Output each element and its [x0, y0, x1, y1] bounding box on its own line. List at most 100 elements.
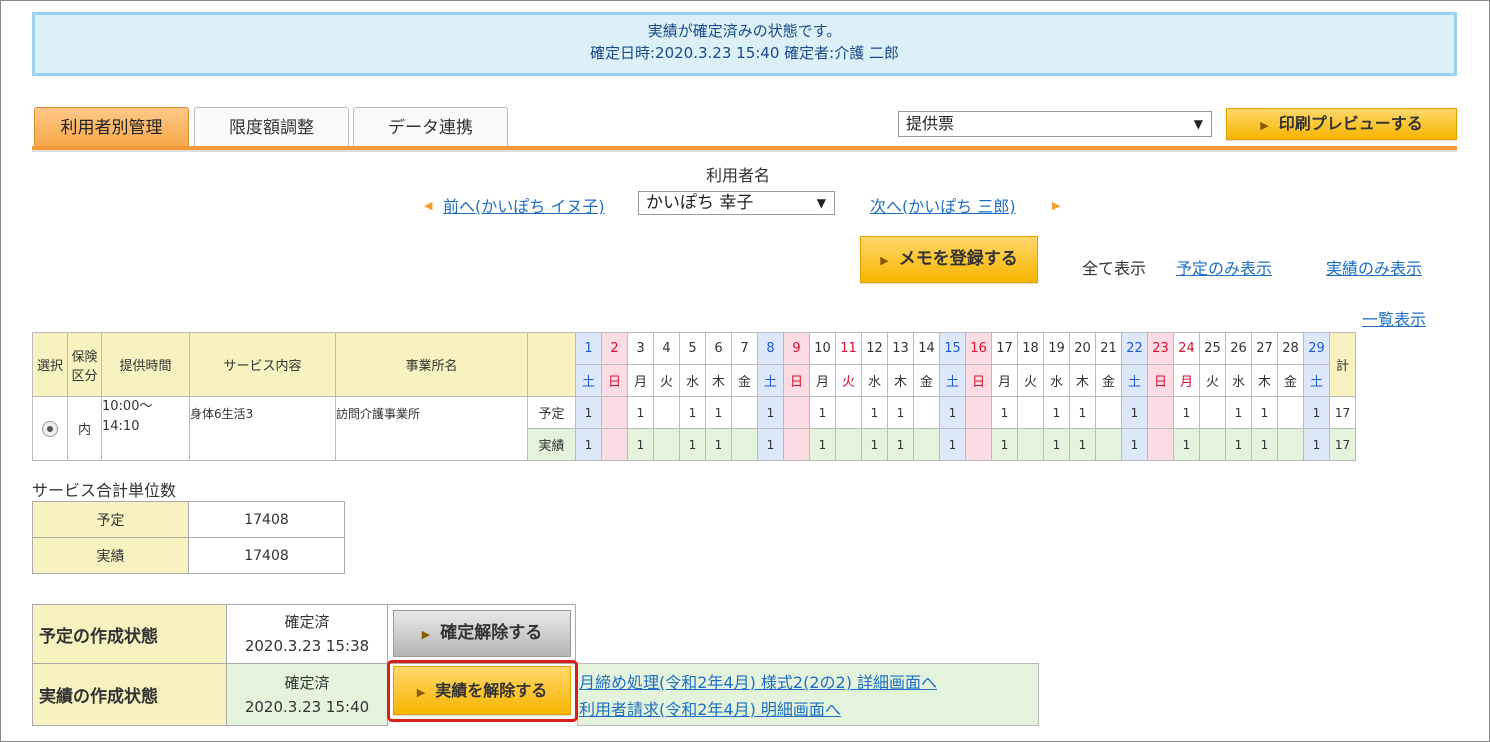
- summary-value-actual: 17408: [188, 537, 345, 574]
- planned-day-cell: 1: [679, 396, 706, 429]
- actual-day-cell: [653, 428, 680, 461]
- select-cell: [32, 396, 68, 461]
- weekday-cell: 土: [939, 364, 966, 397]
- day-number-cell: 5: [679, 332, 706, 365]
- insurance-header: 保険区分: [67, 332, 102, 397]
- confirmed-notice: 実績が確定済みの状態です。 確定日時:2020.3.23 15:40 確定者:介…: [32, 12, 1457, 76]
- register-memo-button[interactable]: ▶ メモを登録する: [860, 236, 1038, 283]
- planned-status-cell: 確定済 2020.3.23 15:38: [226, 604, 388, 664]
- prev-user-link[interactable]: 前へ(かいぽち イヌ子): [443, 193, 605, 217]
- user-billing-link[interactable]: 利用者請求(令和2年4月) 明細画面へ: [579, 696, 841, 720]
- header-row-dates: 選択 保険区分 提供時間 サービス内容 事業所名 1 2 3 4 5 6 7 8 9 10 11 12 13 14 1…: [32, 332, 1356, 397]
- day-number-cell: 13: [887, 332, 914, 365]
- planned-day-cell: [1277, 396, 1304, 429]
- actual-day-cell: [913, 428, 940, 461]
- planned-day-cell: [1147, 396, 1174, 429]
- planned-status-label: 予定の作成状態: [32, 604, 227, 664]
- actual-day-cell: 1: [1303, 428, 1330, 461]
- planned-status-date: 2020.3.23 15:38: [244, 637, 370, 655]
- day-number-cell: 6: [705, 332, 732, 365]
- user-select-value: かいぽち 幸子: [646, 193, 754, 213]
- print-preview-button[interactable]: ▶ 印刷プレビューする: [1226, 108, 1457, 140]
- dropdown-arrow-icon: ▼: [1193, 117, 1203, 131]
- unconfirm-plan-button[interactable]: ▶ 確定解除する: [393, 610, 571, 657]
- day-number-cell: 23: [1147, 332, 1174, 365]
- report-type-value: 提供票: [906, 114, 955, 133]
- schedule-table: 選択 保険区分 提供時間 サービス内容 事業所名 1 2 3 4 5 6 7 8 9 10 11 12 13 14 1…: [32, 332, 1356, 461]
- weekday-cell: 水: [861, 364, 888, 397]
- weekday-cell: 木: [1251, 364, 1278, 397]
- select-radio[interactable]: [42, 420, 58, 437]
- day-number-cell: 22: [1121, 332, 1148, 365]
- weekday-cell: 月: [809, 364, 836, 397]
- day-number-cell: 26: [1225, 332, 1252, 365]
- day-number-cell: 16: [965, 332, 992, 365]
- service-header: サービス内容: [189, 332, 336, 397]
- weekday-cell: 火: [835, 364, 862, 397]
- tab-data-link[interactable]: データ連携: [353, 107, 508, 147]
- planned-row: 内 10:00〜 14:10 身体6生活3 訪問介護事業所 予定 1 1 1 1 1 1 1 1 1 1 1 1…: [32, 396, 1356, 461]
- chevron-right-icon: ▶: [880, 254, 889, 267]
- time-cell: 10:00〜 14:10: [101, 396, 190, 461]
- planned-day-cell: [731, 396, 758, 429]
- day-number-cell: 10: [809, 332, 836, 365]
- planned-day-cell: [913, 396, 940, 429]
- day-number-cell: 4: [653, 332, 680, 365]
- planned-status-state: 確定済: [284, 613, 330, 631]
- report-type-select[interactable]: 提供票 ▼: [898, 111, 1212, 137]
- planned-day-cell: 1: [1303, 396, 1330, 429]
- tab-limit-adjustment[interactable]: 限度額調整: [194, 107, 349, 147]
- day-number-cell: 11: [835, 332, 862, 365]
- planned-day-cell: 1: [757, 396, 784, 429]
- next-arrow-icon: ▶: [1052, 199, 1061, 212]
- actual-day-cell: [731, 428, 758, 461]
- user-select[interactable]: かいぽち 幸子 ▼: [638, 191, 835, 215]
- time-header: 提供時間: [101, 332, 190, 397]
- actual-only-link[interactable]: 実績のみ表示: [1326, 255, 1422, 279]
- actual-day-cell: [965, 428, 992, 461]
- planned-day-cell: [1199, 396, 1226, 429]
- tab-user-management[interactable]: 利用者別管理: [34, 107, 189, 147]
- select-header: 選択: [32, 332, 68, 397]
- day-number-cell: 18: [1017, 332, 1044, 365]
- weekday-cell: 金: [731, 364, 758, 397]
- day-number-cell: 21: [1095, 332, 1122, 365]
- actual-day-cell: 1: [627, 428, 654, 461]
- next-user-link[interactable]: 次へ(かいぽち 三郎): [870, 193, 1016, 217]
- summary-value-planned: 17408: [188, 501, 345, 538]
- planned-day-cell: 1: [1121, 396, 1148, 429]
- day-number-cell: 2: [601, 332, 628, 365]
- planned-only-link[interactable]: 予定のみ表示: [1176, 255, 1272, 279]
- actual-day-cell: 1: [1043, 428, 1070, 461]
- weekday-cell: 木: [705, 364, 732, 397]
- total-header: 計: [1329, 332, 1356, 397]
- actual-day-cell: [835, 428, 862, 461]
- planned-day-cell: [601, 396, 628, 429]
- day-number-cell: 8: [757, 332, 784, 365]
- actual-day-cell: 1: [809, 428, 836, 461]
- day-number-cell: 20: [1069, 332, 1096, 365]
- planned-day-cell: [1017, 396, 1044, 429]
- weekday-cell: 土: [575, 364, 602, 397]
- unconfirm-plan-label: 確定解除する: [440, 623, 543, 643]
- monthly-closing-link[interactable]: 月締め処理(令和2年4月) 様式2(2の2) 詳細画面へ: [579, 669, 937, 693]
- service-cell: 身体6生活3: [189, 396, 336, 461]
- user-name-label: 利用者名: [706, 166, 771, 185]
- actual-status-state: 確定済: [284, 673, 330, 692]
- notice-line-1: 実績が確定済みの状態です。: [647, 22, 842, 40]
- day-number-cell: 3: [627, 332, 654, 365]
- actual-day-cell: 1: [1173, 428, 1200, 461]
- actual-status-cell: 確定済 2020.3.23 15:40: [226, 663, 388, 726]
- planned-day-cell: 1: [1173, 396, 1200, 429]
- list-view-link[interactable]: 一覧表示: [1362, 306, 1426, 330]
- planned-day-cell: 1: [939, 396, 966, 429]
- day-number-cell: 24: [1173, 332, 1200, 365]
- day-number-cell: 28: [1277, 332, 1304, 365]
- actual-day-cell: 1: [1225, 428, 1252, 461]
- office-cell: 訪問介護事業所: [335, 396, 528, 461]
- weekday-cell: 水: [1225, 364, 1252, 397]
- weekday-cell: 金: [913, 364, 940, 397]
- planned-day-cell: [1095, 396, 1122, 429]
- actual-day-cell: 1: [1251, 428, 1278, 461]
- day-number-cell: 12: [861, 332, 888, 365]
